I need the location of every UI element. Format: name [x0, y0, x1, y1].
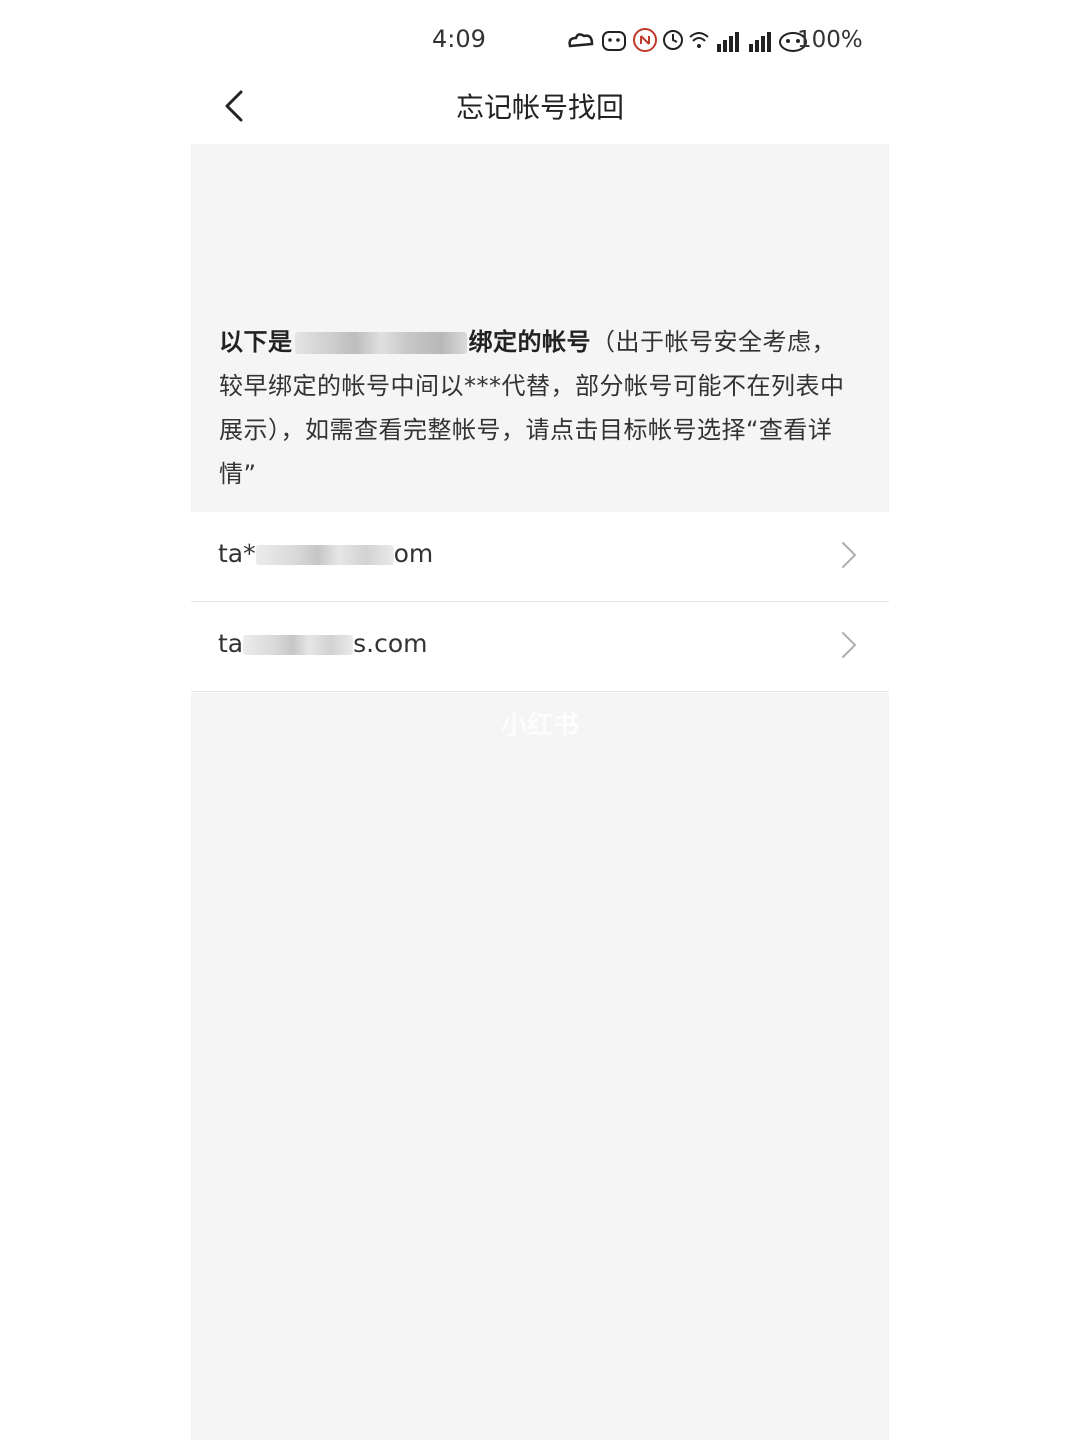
status-time: 4:09 [432, 25, 486, 53]
account-row[interactable]: ta s.com [191, 602, 889, 692]
page-title: 忘记帐号找回 [455, 91, 624, 124]
cloud-icon [568, 33, 594, 48]
watermark: 小红书 [500, 711, 579, 741]
nfc-icon [633, 28, 657, 52]
wifi-icon [689, 32, 709, 48]
account-row[interactable]: ta* om [191, 512, 889, 602]
account-email-prefix: ta* [218, 539, 256, 568]
signal-5g-icon [717, 28, 739, 52]
account-email-suffix: s.com [353, 629, 428, 658]
account-email-suffix: om [393, 539, 434, 568]
empty-area: 小红书 [191, 693, 889, 1440]
status-icons [566, 26, 808, 54]
info-panel: 以下是 绑定的帐号（出于帐号安全考虑，较早绑定的帐号中间以***代替，部分帐号可能… [191, 144, 889, 512]
clock-icon [663, 30, 683, 50]
battery-level: 100% [797, 27, 863, 53]
nav-bar: 忘记帐号找回 [191, 68, 889, 144]
info-bold-suffix: 绑定的帐号 [468, 328, 591, 356]
sticker-icon [602, 31, 626, 51]
chevron-right-icon [842, 542, 856, 568]
info-bold-prefix: 以下是 [219, 328, 293, 356]
masked-email [243, 635, 354, 655]
account-email: ta* om [218, 539, 433, 568]
masked-email [255, 545, 394, 565]
account-email: ta s.com [218, 629, 428, 658]
chevron-right-icon [842, 632, 856, 658]
masked-phone-number [294, 332, 467, 354]
account-list: ta* om ta s.com [191, 512, 889, 692]
info-text: 以下是 绑定的帐号（出于帐号安全考虑，较早绑定的帐号中间以***代替，部分帐号可能… [219, 320, 849, 496]
signal-4g-icon [749, 28, 771, 52]
account-email-prefix: ta [218, 629, 244, 658]
